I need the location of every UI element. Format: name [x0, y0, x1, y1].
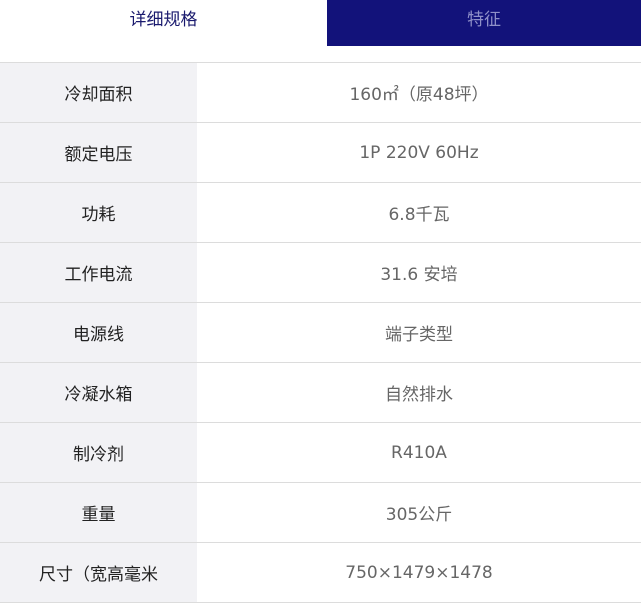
tab-spacer	[0, 46, 641, 62]
spec-value: R410A	[197, 423, 641, 482]
spec-label: 额定电压	[0, 123, 197, 182]
spec-label: 冷却面积	[0, 63, 197, 122]
table-row: 制冷剂 R410A	[0, 423, 641, 483]
table-row: 冷却面积 160㎡（原48坪）	[0, 63, 641, 123]
table-row: 重量 305公斤	[0, 483, 641, 543]
spec-label: 功耗	[0, 183, 197, 242]
tab-details[interactable]: 详细规格	[0, 0, 327, 46]
spec-value: 1P 220V 60Hz	[197, 123, 641, 182]
spec-value: 自然排水	[197, 363, 641, 422]
spec-value: 160㎡（原48坪）	[197, 63, 641, 122]
spec-table: 冷却面积 160㎡（原48坪） 额定电压 1P 220V 60Hz 功耗 6.8…	[0, 62, 641, 603]
spec-label: 工作电流	[0, 243, 197, 302]
table-row: 尺寸（宽高毫米 750×1479×1478	[0, 543, 641, 603]
spec-value: 31.6 安培	[197, 243, 641, 302]
tab-features[interactable]: 特征	[327, 0, 641, 46]
tab-bar: 详细规格 特征	[0, 0, 641, 46]
spec-label: 冷凝水箱	[0, 363, 197, 422]
spec-label: 尺寸（宽高毫米	[0, 543, 197, 602]
spec-label: 电源线	[0, 303, 197, 362]
table-row: 电源线 端子类型	[0, 303, 641, 363]
spec-value: 750×1479×1478	[197, 543, 641, 602]
table-row: 工作电流 31.6 安培	[0, 243, 641, 303]
spec-label: 重量	[0, 483, 197, 542]
table-row: 冷凝水箱 自然排水	[0, 363, 641, 423]
table-row: 功耗 6.8千瓦	[0, 183, 641, 243]
spec-value: 305公斤	[197, 483, 641, 542]
spec-value: 端子类型	[197, 303, 641, 362]
spec-value: 6.8千瓦	[197, 183, 641, 242]
table-row: 额定电压 1P 220V 60Hz	[0, 123, 641, 183]
spec-label: 制冷剂	[0, 423, 197, 482]
